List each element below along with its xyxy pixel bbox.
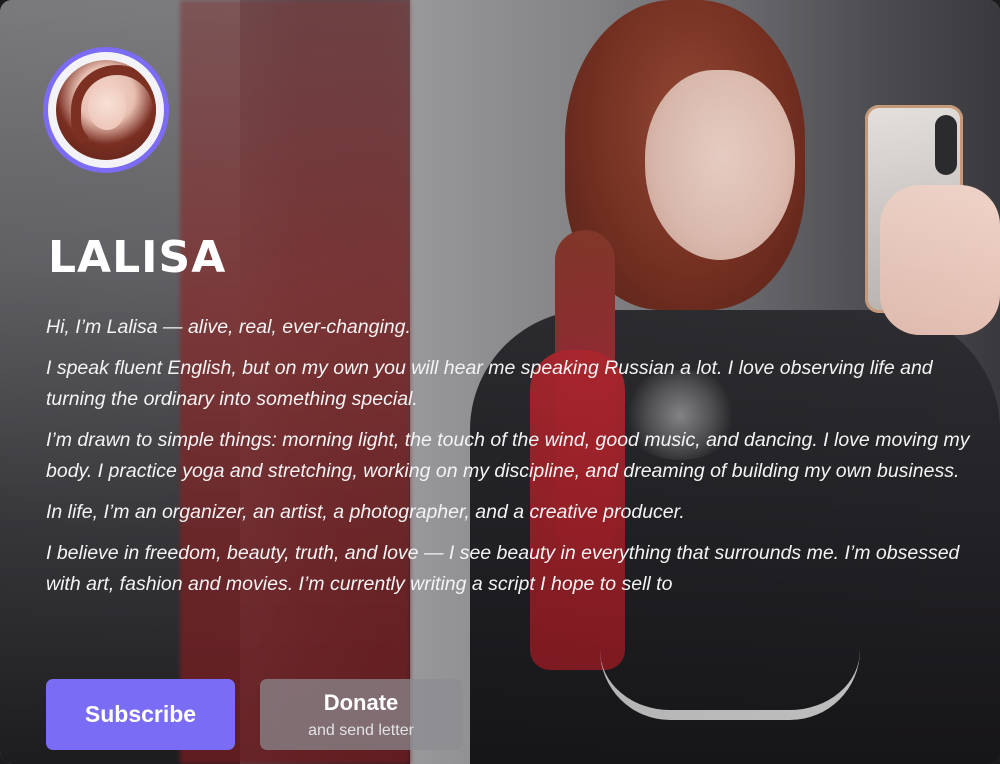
donate-sublabel: and send letter [308, 721, 414, 739]
avatar[interactable] [48, 52, 164, 168]
bio-paragraph: In life, I’m an organizer, an artist, a … [46, 501, 685, 523]
bio-paragraph: Hi, I’m Lalisa — alive, real, ever-chang… [46, 316, 411, 338]
profile-bio: Hi, I’m Lalisa — alive, real, ever-chang… [46, 312, 981, 630]
bio-paragraph: I believe in freedom, beauty, truth, and… [46, 542, 960, 595]
donate-button[interactable]: Donate and send letter [260, 679, 462, 750]
subscribe-button[interactable]: Subscribe [46, 679, 235, 750]
subscribe-label: Subscribe [84, 701, 197, 727]
bio-paragraph: I’m drawn to simple things: morning ligh… [46, 429, 970, 482]
donate-label: Donate [323, 689, 399, 715]
profile-card: LALISA Hi, I’m Lalisa — alive, real, eve… [0, 0, 1000, 764]
avatar-photo [56, 60, 156, 160]
avatar-face [88, 82, 126, 130]
bio-paragraph: I speak fluent English, but on my own yo… [46, 357, 933, 410]
profile-name: LALISA [48, 232, 227, 283]
